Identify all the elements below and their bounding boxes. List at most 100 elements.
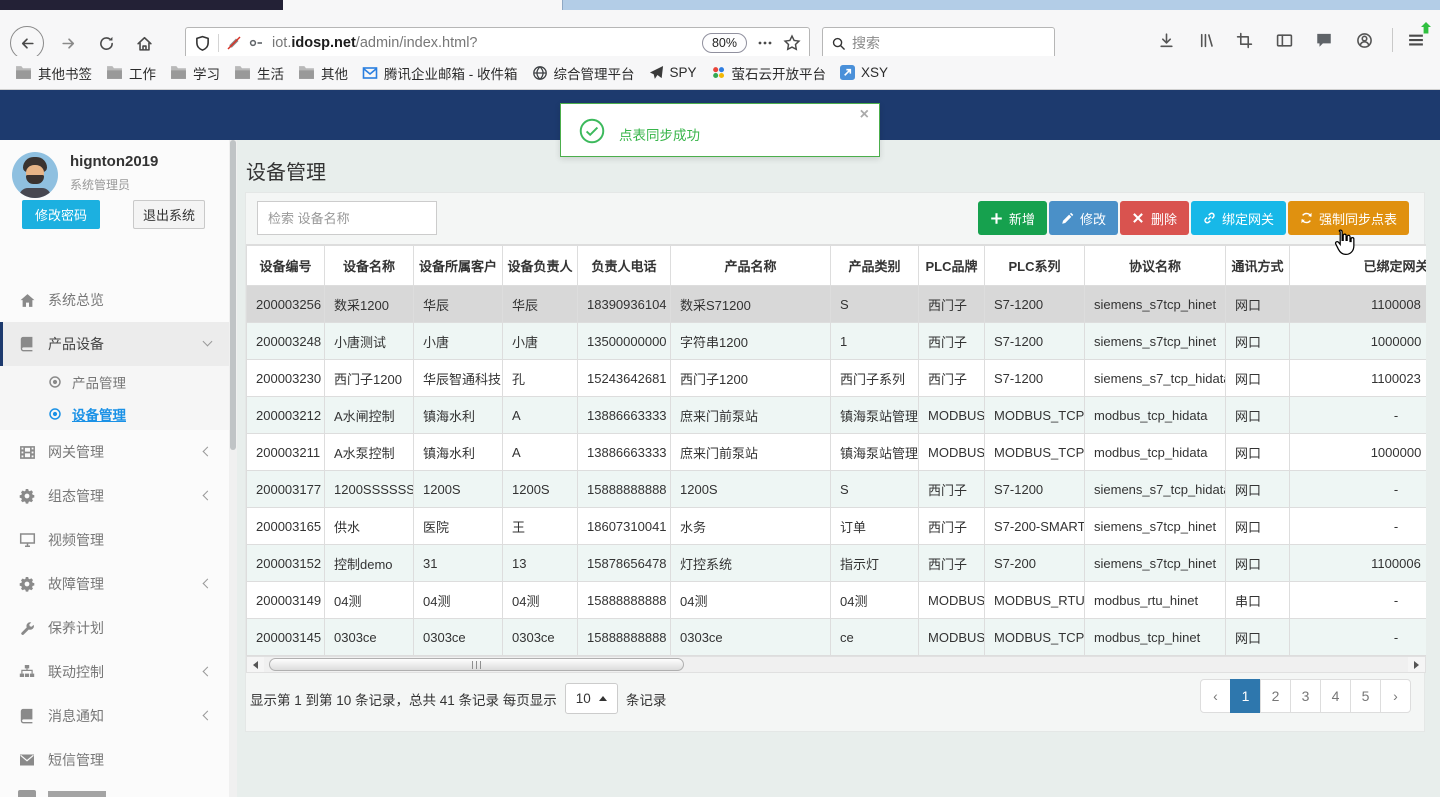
sidebar-item[interactable]: 产品设备 — [0, 322, 229, 366]
table-row[interactable]: 200003152 控制demo 31 13 15878656478 灯控系统 指示灯 西门子… — [246, 544, 1426, 582]
table-row[interactable]: 200003165 供水 医院王 18607310041 水务 订单 西门子 S7-200-S… — [246, 507, 1426, 545]
sidebar-item[interactable]: 产品管理 — [0, 366, 229, 398]
table-cell: 04测 — [830, 581, 919, 619]
action-button[interactable]: 绑定网关 — [1190, 201, 1286, 235]
bookmark-label: 萤石云开放平台 — [731, 66, 827, 82]
page-number[interactable]: 3 — [1290, 679, 1321, 713]
column-header[interactable]: 负责人电话 — [577, 245, 671, 286]
screenshot-icon[interactable] — [1234, 30, 1254, 50]
column-header[interactable]: 已绑定网关 — [1289, 245, 1426, 286]
reload-button[interactable] — [94, 31, 118, 55]
partial-label — [48, 791, 106, 797]
table-row[interactable]: 200003256 数采1200 华辰 华辰 18390936104 数采S71200 S 西… — [246, 285, 1426, 323]
table-row[interactable]: 200003211 A水泵控制 镇海水利 A 13886663333 庶来门前泵站 镇海泵站… — [246, 433, 1426, 471]
scrollbar-thumb[interactable] — [269, 658, 684, 671]
bookmark-item[interactable]: 综合管理平台 — [525, 59, 642, 87]
action-button[interactable]: 修改 — [1048, 201, 1118, 235]
column-header[interactable]: 通讯方式 — [1225, 245, 1290, 286]
sidebar-scrollbar[interactable] — [229, 140, 237, 797]
sidebar-item[interactable]: 网关管理 — [0, 430, 229, 474]
page-number[interactable]: 2 — [1260, 679, 1291, 713]
sidebar-item-label: 短信管理 — [48, 752, 104, 768]
zoom-level-badge[interactable]: 80% — [701, 33, 747, 53]
toast-close-icon[interactable]: × — [860, 106, 869, 124]
browser-toolbar: iot.idosp.net/admin/index.html? 80% — [0, 10, 1440, 60]
sidebar-item[interactable]: 视频管理 — [0, 518, 229, 562]
sidebar-item[interactable]: 联动控制 — [0, 650, 229, 694]
sidebar-item[interactable]: 保养计划 — [0, 606, 229, 650]
action-button[interactable]: 强制同步点表 — [1287, 201, 1409, 235]
device-search-input[interactable] — [257, 201, 437, 235]
forward-button[interactable] — [56, 31, 80, 55]
downloads-icon[interactable] — [1156, 30, 1176, 50]
column-header[interactable]: 设备编号 — [246, 245, 325, 286]
page-prev[interactable]: ‹ — [1200, 679, 1231, 713]
sidebar-item-partial[interactable] — [0, 782, 229, 797]
page-number[interactable]: 4 — [1320, 679, 1351, 713]
table-cell: 镇海泵站管理 — [830, 396, 919, 434]
table-row[interactable]: 200003230 西门子1200 华辰智通科技孔 15243642681 西门子120… — [246, 359, 1426, 397]
library-icon[interactable] — [1196, 30, 1216, 50]
sidebar-item[interactable]: 设备管理 — [0, 398, 229, 430]
logout-button[interactable]: 退出系统 — [133, 200, 205, 229]
sidebar-item[interactable]: 系统总览 — [0, 278, 229, 322]
table-cell: 字符串1200 — [670, 322, 831, 360]
pocket-message-icon[interactable] — [1314, 30, 1334, 50]
column-header[interactable]: 产品名称 — [670, 245, 831, 286]
page-size-dropdown[interactable]: 10 — [564, 683, 618, 714]
scroll-left-button[interactable] — [247, 657, 264, 672]
chevron-left-icon — [202, 710, 213, 721]
back-button[interactable] — [10, 26, 44, 60]
bookmark-item[interactable]: 其他 — [291, 59, 355, 87]
page-actions-icon[interactable] — [757, 35, 773, 51]
tab-strip-dark — [0, 0, 283, 10]
sidebar-item[interactable]: 短信管理 — [0, 738, 229, 782]
sidebar-item[interactable]: 组态管理 — [0, 474, 229, 518]
bookmark-star-icon[interactable] — [783, 34, 801, 52]
column-header[interactable]: 设备负责人 — [502, 245, 578, 286]
bookmark-item[interactable]: 工作 — [99, 59, 163, 87]
chevron-left-icon — [202, 666, 213, 677]
browser-search-input[interactable] — [852, 35, 1022, 51]
scroll-right-button[interactable] — [1408, 657, 1425, 672]
bookmark-item[interactable]: 萤石云开放平台 — [704, 59, 834, 87]
page-next[interactable]: › — [1380, 679, 1411, 713]
table-row[interactable]: 200003177 1200SSSSSS 1200S 1200S 15888888888… — [246, 470, 1426, 508]
bookmark-item[interactable]: XSY — [833, 61, 895, 84]
page-number[interactable]: 5 — [1350, 679, 1381, 713]
table-cell: ce — [830, 618, 919, 656]
column-header[interactable]: PLC品牌 — [918, 245, 985, 286]
column-header[interactable]: 产品类别 — [830, 245, 919, 286]
table-row[interactable]: 200003149 04测 04测 04测 15888888888 04测 04测 MODBU… — [246, 581, 1426, 619]
column-header[interactable]: 协议名称 — [1084, 245, 1226, 286]
home-icon — [136, 35, 153, 52]
table-row[interactable]: 200003248 小唐测试 小唐 小唐 13500000000 字符串1200 1 西门子 S… — [246, 322, 1426, 360]
action-button[interactable]: 删除 — [1119, 201, 1189, 235]
table-row[interactable]: 200003145 0303ce 0303ce 0303ce 15888888888 03… — [246, 618, 1426, 656]
action-button[interactable]: 新增 — [977, 201, 1047, 235]
bookmark-item[interactable]: 其他书签 — [8, 59, 99, 87]
page-number[interactable]: 1 — [1230, 679, 1261, 713]
bookmark-item[interactable]: 腾讯企业邮箱 - 收件箱 — [355, 59, 525, 87]
change-password-button[interactable]: 修改密码 — [22, 200, 100, 229]
table-cell: 1100008 — [1289, 285, 1426, 323]
browser-home-button[interactable] — [132, 31, 156, 55]
bookmark-item[interactable]: 学习 — [163, 59, 227, 87]
sidebar-item[interactable]: 故障管理 — [0, 562, 229, 606]
blocked-content-icon[interactable] — [226, 35, 242, 51]
bookmark-item[interactable]: 生活 — [227, 59, 291, 87]
scrollbar-thumb[interactable] — [230, 140, 236, 450]
column-header[interactable]: 设备名称 — [324, 245, 414, 286]
browser-search-box[interactable] — [822, 27, 1055, 59]
column-header[interactable]: PLC系列 — [984, 245, 1085, 286]
bookmark-item[interactable]: SPY — [642, 61, 704, 84]
sidebars-icon[interactable] — [1274, 30, 1294, 50]
url-bar[interactable]: iot.idosp.net/admin/index.html? 80% — [185, 27, 810, 59]
horizontal-scrollbar[interactable] — [246, 656, 1426, 673]
sidebar-item[interactable]: 消息通知 — [0, 694, 229, 738]
permissions-icon[interactable] — [248, 35, 264, 51]
table-row[interactable]: 200003212 A水闸控制 镇海水利 A 13886663333 庶来门前泵站 镇海泵站… — [246, 396, 1426, 434]
shield-icon[interactable] — [194, 35, 211, 52]
column-header[interactable]: 设备所属客户 — [413, 245, 503, 286]
account-icon[interactable] — [1354, 30, 1374, 50]
